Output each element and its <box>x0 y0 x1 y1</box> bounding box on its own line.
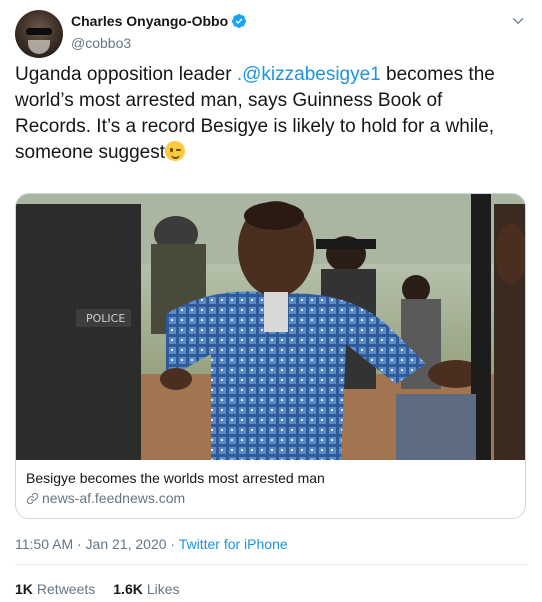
link-preview-card[interactable]: POLICE Besigye becomes the worlds most a… <box>15 193 526 519</box>
tweet-text: Uganda opposition leader .@kizzabesigye1… <box>15 62 520 166</box>
timestamp-text[interactable]: 11:50 AM · Jan 21, 2020 · <box>15 536 179 552</box>
source-link[interactable]: Twitter for iPhone <box>179 536 288 552</box>
retweets-count: 1K <box>15 581 33 597</box>
author-name-text[interactable]: Charles Onyango-Obbo <box>71 13 228 29</box>
engagement-stats: 1K Retweets 1.6K Likes <box>15 581 198 597</box>
card-photo: POLICE <box>16 194 525 460</box>
link-icon <box>26 492 39 504</box>
card-meta: Besigye becomes the worlds most arrested… <box>26 470 515 506</box>
card-domain[interactable]: news-af.feednews.com <box>26 490 515 506</box>
tweet-timestamp: 11:50 AM · Jan 21, 2020 · Twitter for iP… <box>15 536 288 552</box>
retweets-stat[interactable]: 1K Retweets <box>15 581 95 597</box>
card-domain-text: news-af.feednews.com <box>42 490 186 506</box>
verified-badge-icon <box>232 14 247 28</box>
author-handle[interactable]: @cobbo3 <box>71 35 247 51</box>
retweets-label: Retweets <box>36 581 96 597</box>
mention-link[interactable]: .@kizzabesigye1 <box>237 64 381 85</box>
author-name[interactable]: Charles Onyango-Obbo <box>71 13 247 29</box>
author-info: Charles Onyango-Obbo @cobbo3 <box>71 13 247 51</box>
tweet-text-intro: Uganda opposition leader <box>15 64 237 85</box>
likes-count: 1.6K <box>113 581 143 597</box>
likes-stat[interactable]: 1.6K Likes <box>113 581 179 597</box>
tweet: Charles Onyango-Obbo @cobbo3 Uganda oppo… <box>0 0 542 602</box>
avatar[interactable] <box>15 10 63 58</box>
avatar-beard <box>28 40 50 54</box>
tweet-header: Charles Onyango-Obbo @cobbo3 <box>15 10 527 58</box>
winking-face-emoji <box>165 141 185 161</box>
likes-label: Likes <box>146 581 180 597</box>
chevron-down-icon[interactable] <box>511 14 525 28</box>
card-title[interactable]: Besigye becomes the worlds most arrested… <box>26 470 515 486</box>
stats-divider <box>15 564 527 565</box>
avatar-glasses <box>26 28 52 35</box>
svg-text:POLICE: POLICE <box>86 312 125 325</box>
